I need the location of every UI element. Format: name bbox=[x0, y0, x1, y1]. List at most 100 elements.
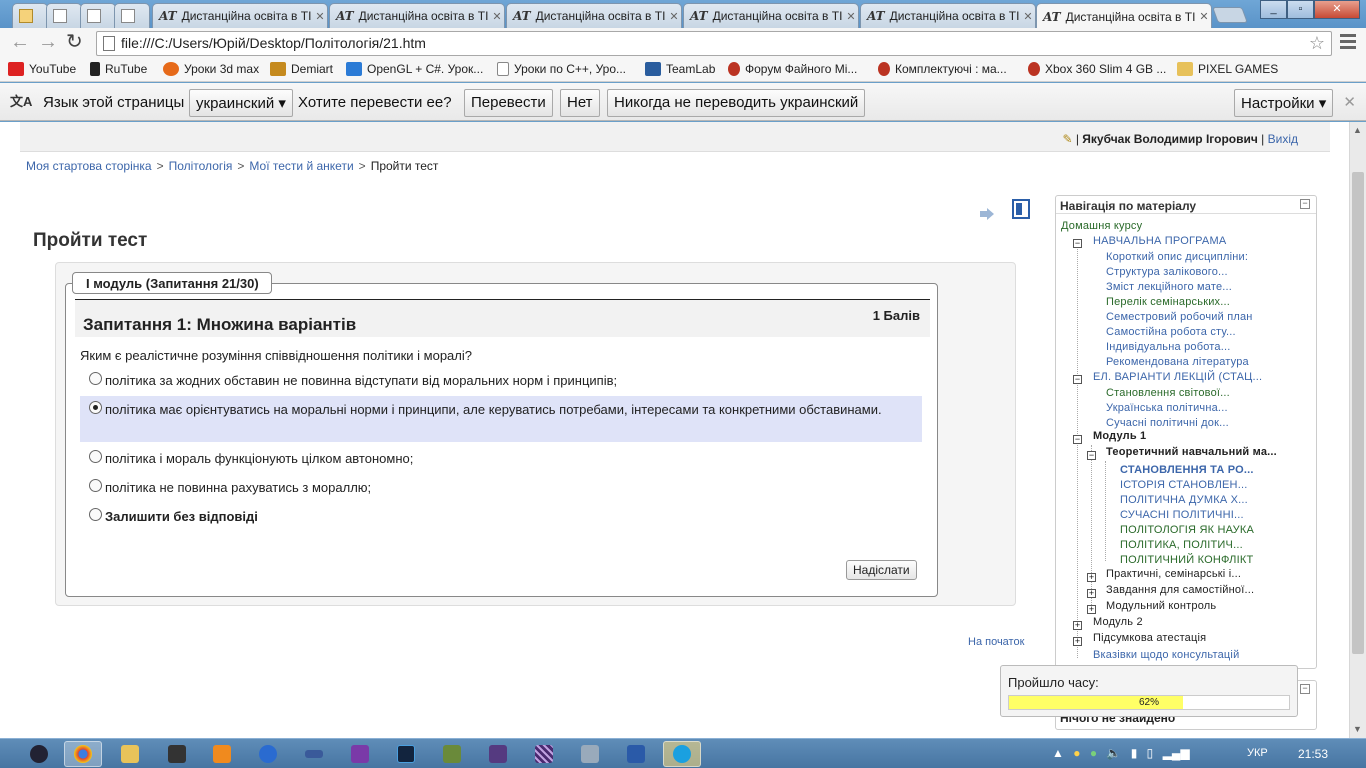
tab-9[interactable]: AT Дистанційна освіта в ТІ ✕ bbox=[860, 3, 1036, 28]
nav-item[interactable]: Сучасні політичні док... bbox=[1106, 417, 1229, 429]
nav-item[interactable]: Модульний контроль bbox=[1106, 600, 1216, 612]
nav-item[interactable]: ІСТОРІЯ СТАНОВЛЕН... bbox=[1120, 479, 1247, 491]
bookmark-rutube[interactable]: RuTube bbox=[90, 62, 147, 76]
taskbar-skype[interactable] bbox=[663, 741, 701, 767]
expand-toggle-icon[interactable]: + bbox=[1073, 621, 1082, 630]
taskbar-app-green[interactable] bbox=[433, 741, 471, 767]
expand-toggle-icon[interactable]: + bbox=[1087, 573, 1096, 582]
tab-1[interactable] bbox=[12, 3, 48, 28]
new-tab-button[interactable] bbox=[1212, 7, 1248, 23]
taskbar-media[interactable] bbox=[203, 741, 241, 767]
breadcrumb-home[interactable]: Моя стартова сторінка bbox=[26, 159, 152, 173]
signal-icon[interactable]: ▂▄▆ bbox=[1163, 746, 1190, 760]
tab-8[interactable]: AT Дистанційна освіта в ТІ ✕ bbox=[683, 3, 859, 28]
tray-app-icon[interactable]: ● bbox=[1090, 746, 1097, 760]
nav-item-module-2[interactable]: Модуль 2 bbox=[1093, 616, 1143, 628]
nav-item[interactable]: НАВЧАЛЬНА ПРОГРАМА bbox=[1093, 235, 1226, 247]
close-window-button[interactable]: ✕ bbox=[1314, 0, 1360, 19]
nav-item-module-1[interactable]: Модуль 1 bbox=[1093, 430, 1146, 442]
keyboard-language[interactable]: УКР bbox=[1247, 747, 1268, 759]
bookmark-demiart[interactable]: Demiart bbox=[270, 62, 333, 76]
vertical-scrollbar[interactable]: ▲ ▼ bbox=[1349, 122, 1366, 738]
taskbar-word[interactable] bbox=[617, 741, 655, 767]
nav-item[interactable]: СУЧАСНІ ПОЛІТИЧНІ... bbox=[1120, 509, 1244, 521]
radio-button[interactable] bbox=[89, 372, 102, 385]
taskbar-app-striped[interactable] bbox=[525, 741, 563, 767]
answer-option-4[interactable]: політика не повинна рахуватись з мораллю… bbox=[80, 474, 922, 500]
taskbar-app-mask[interactable] bbox=[295, 741, 333, 767]
nav-item-current[interactable]: СТАНОВЛЕННЯ ТА РО... bbox=[1120, 464, 1254, 476]
bookmark-youtube[interactable]: YouTube bbox=[8, 62, 76, 76]
nav-item[interactable]: Зміст лекційного мате... bbox=[1106, 281, 1232, 293]
expand-toggle-icon[interactable]: + bbox=[1073, 637, 1082, 646]
bookmark-teamlab[interactable]: TeamLab bbox=[645, 62, 715, 76]
breadcrumb-course[interactable]: Політологія bbox=[169, 159, 233, 173]
nav-item[interactable]: Короткий опис дисципліни: bbox=[1106, 251, 1248, 263]
nav-item[interactable]: Семестровий робочий план bbox=[1106, 311, 1253, 323]
bookmark-components[interactable]: Комплектуючі : ма... bbox=[878, 62, 1007, 76]
tray-app-icon[interactable]: ● bbox=[1073, 746, 1080, 760]
expand-toggle-icon[interactable]: + bbox=[1087, 589, 1096, 598]
nav-item[interactable]: Теоретичний навчальний ма... bbox=[1106, 446, 1277, 458]
bookmark-cpp[interactable]: Уроки по С++, Уро... bbox=[497, 62, 626, 76]
forward-arrow-icon[interactable]: → bbox=[38, 32, 58, 52]
tab-5[interactable]: AT Дистанційна освіта в ТІ ✕ bbox=[152, 3, 328, 28]
collapse-icon[interactable]: − bbox=[1300, 199, 1310, 209]
never-translate-button[interactable]: Никогда не переводить украинский bbox=[607, 89, 866, 117]
scrollbar-thumb[interactable] bbox=[1352, 172, 1364, 654]
taskbar-calculator[interactable] bbox=[571, 741, 609, 767]
taskbar-explorer[interactable] bbox=[111, 741, 149, 767]
nav-item[interactable]: Практичні, семінарські і... bbox=[1106, 568, 1241, 580]
address-bar[interactable]: file:///C:/Users/Юрій/Desktop/Політологі… bbox=[96, 31, 1332, 56]
bookmark-xbox[interactable]: Xbox 360 Slim 4 GB ... bbox=[1028, 62, 1166, 76]
reload-icon[interactable]: ↻ bbox=[66, 32, 83, 52]
nav-item[interactable]: Становлення світової... bbox=[1106, 387, 1230, 399]
nav-item[interactable]: ПОЛІТИЧНИЙ КОНФЛІКТ bbox=[1120, 554, 1253, 566]
radio-button[interactable] bbox=[89, 508, 102, 521]
taskbar-app-bolt[interactable] bbox=[249, 741, 287, 767]
collapse-toggle-icon[interactable]: − bbox=[1087, 451, 1096, 460]
answer-option-none[interactable]: Залишити без відповіді bbox=[80, 503, 922, 529]
close-icon[interactable]: ✕ bbox=[488, 10, 501, 23]
arrow-right-icon[interactable] bbox=[980, 208, 994, 220]
settings-button[interactable]: Настройки ▾ bbox=[1234, 89, 1334, 117]
answer-option-2[interactable]: політика має орієнтуватись на моральні н… bbox=[80, 396, 922, 442]
taskbar-photoshop[interactable] bbox=[387, 741, 425, 767]
close-icon[interactable]: ✕ bbox=[665, 10, 678, 23]
nav-item[interactable]: Завдання для самостійної... bbox=[1106, 584, 1254, 596]
taskbar-chrome[interactable] bbox=[64, 741, 102, 767]
collapse-toggle-icon[interactable]: − bbox=[1073, 375, 1082, 384]
collapse-toggle-icon[interactable]: − bbox=[1073, 435, 1082, 444]
nav-item[interactable]: Українська політична... bbox=[1106, 402, 1228, 414]
submit-button[interactable]: Надіслати bbox=[846, 560, 917, 580]
bookmark-3dmax[interactable]: Уроки 3d max bbox=[163, 62, 259, 76]
close-icon[interactable]: ✕ bbox=[1343, 93, 1356, 111]
tray-arrow-icon[interactable]: ▲ bbox=[1052, 746, 1064, 760]
collapse-toggle-icon[interactable]: − bbox=[1073, 239, 1082, 248]
tab-6[interactable]: AT Дистанційна освіта в ТІ ✕ bbox=[329, 3, 505, 28]
no-button[interactable]: Нет bbox=[560, 89, 600, 117]
scroll-up-icon[interactable]: ▲ bbox=[1353, 125, 1362, 135]
back-arrow-icon[interactable]: ← bbox=[10, 32, 30, 52]
scroll-down-icon[interactable]: ▼ bbox=[1353, 724, 1362, 734]
tab-4[interactable] bbox=[114, 3, 150, 28]
clock[interactable]: 21:53 bbox=[1298, 747, 1328, 761]
close-icon[interactable]: ✕ bbox=[842, 10, 855, 23]
expand-toggle-icon[interactable]: + bbox=[1087, 605, 1096, 614]
maximize-button[interactable]: ▫ bbox=[1287, 0, 1314, 19]
tab-2[interactable] bbox=[46, 3, 82, 28]
nav-item[interactable]: Індивідуальна робота... bbox=[1106, 341, 1231, 353]
volume-icon[interactable]: 🔈 bbox=[1106, 746, 1121, 760]
tab-active[interactable]: AT Дистанційна освіта в ТІ ✕ bbox=[1036, 3, 1212, 29]
language-select[interactable]: украинский ▾ bbox=[189, 89, 293, 117]
nav-item[interactable]: Вказівки щодо консультацій bbox=[1093, 649, 1239, 661]
network-icon[interactable]: ▮ bbox=[1131, 746, 1138, 760]
nav-item[interactable]: ПОЛІТИЧНА ДУМКА Х... bbox=[1120, 494, 1248, 506]
nav-item[interactable]: Самостійна робота сту... bbox=[1106, 326, 1236, 338]
close-icon[interactable]: ✕ bbox=[311, 10, 324, 23]
taskbar-app-purple[interactable] bbox=[479, 741, 517, 767]
radio-button-selected[interactable] bbox=[89, 401, 102, 414]
nav-item[interactable]: Рекомендована література bbox=[1106, 356, 1249, 368]
logout-link[interactable]: Вихід bbox=[1268, 132, 1298, 146]
star-icon[interactable]: ☆ bbox=[1309, 33, 1325, 54]
